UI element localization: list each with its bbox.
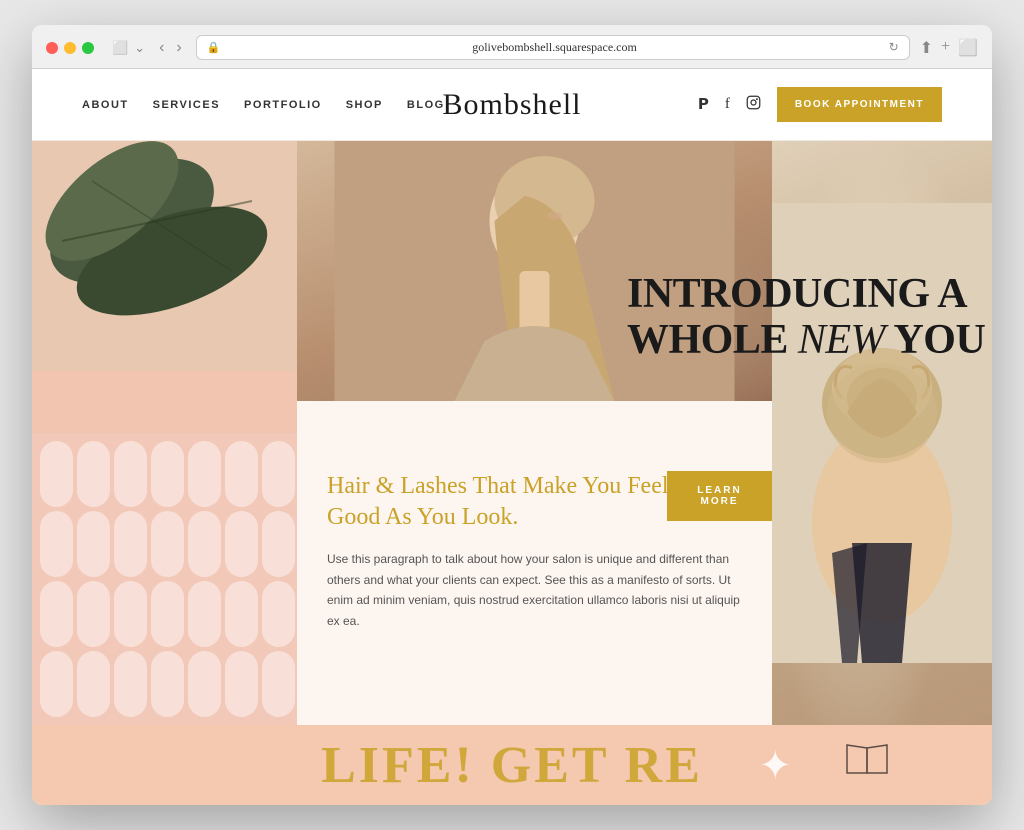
- pill: [262, 581, 295, 647]
- pill: [188, 441, 221, 507]
- pill: [188, 581, 221, 647]
- pill: [114, 651, 147, 717]
- hero-text-area: Hair & Lashes That Make You Feel As Good…: [297, 401, 772, 725]
- star-decoration: ✦: [758, 742, 792, 789]
- tabs-icon[interactable]: ⬜: [958, 38, 978, 58]
- back-button[interactable]: ‹: [155, 37, 168, 59]
- book-appointment-button[interactable]: BOOK APPOINTMENT: [777, 87, 942, 122]
- left-decorative-image: [32, 141, 297, 725]
- pill: [225, 651, 258, 717]
- pill: [114, 441, 147, 507]
- pill: [114, 581, 147, 647]
- pill: [225, 511, 258, 577]
- pill: [225, 441, 258, 507]
- left-image-col: [32, 141, 297, 725]
- forward-button[interactable]: ›: [172, 37, 185, 59]
- pill: [151, 581, 184, 647]
- pill: [77, 651, 110, 717]
- window-controls: ⬜ ⌄: [112, 40, 145, 56]
- pill: [114, 511, 147, 577]
- nav-wrapper: ABOUT SERVICES PORTFOLIO SHOP BLOG Bombs…: [32, 69, 992, 141]
- leaf-image: [32, 141, 297, 462]
- minimize-button[interactable]: [64, 42, 76, 54]
- browser-window: ⬜ ⌄ ‹ › 🔒 golivebombshell.squarespace.co…: [32, 25, 992, 805]
- pill: [225, 581, 258, 647]
- hero-body-text: Use this paragraph to talk about how you…: [327, 549, 742, 631]
- nav-blog[interactable]: BLOG: [407, 99, 445, 111]
- pills-pattern: [32, 433, 297, 725]
- nav-buttons: ‹ ›: [155, 37, 186, 59]
- pill: [40, 441, 73, 507]
- pill: [262, 511, 295, 577]
- footer-peek: LIFE! GET RE ✦: [32, 725, 992, 805]
- traffic-lights: [46, 42, 94, 54]
- pill: [262, 651, 295, 717]
- learn-more-button[interactable]: LEARN MORE: [667, 471, 772, 521]
- pill: [151, 441, 184, 507]
- center-col: INTRODUCING A WHOLE NEW YOU LEARN MORE H…: [297, 141, 772, 725]
- facebook-icon[interactable]: f: [725, 96, 730, 113]
- pill: [151, 651, 184, 717]
- nav-links: ABOUT SERVICES PORTFOLIO SHOP BLOG: [82, 99, 445, 111]
- headline-line1: INTRODUCING A: [627, 271, 967, 317]
- pill: [188, 651, 221, 717]
- sidebar-toggle-icon[interactable]: ⬜: [112, 40, 128, 56]
- website: ABOUT SERVICES PORTFOLIO SHOP BLOG Bombs…: [32, 69, 992, 805]
- pill: [40, 651, 73, 717]
- headline-line2: WHOLE: [627, 317, 798, 363]
- pill: [151, 511, 184, 577]
- pill: [77, 511, 110, 577]
- browser-actions: ⬆ + ⬜: [920, 38, 978, 58]
- pill: [77, 441, 110, 507]
- pill: [77, 581, 110, 647]
- browser-controls: ⬜ ⌄ ‹ › 🔒 golivebombshell.squarespace.co…: [46, 35, 978, 60]
- footer-peek-text: LIFE! GET RE: [321, 736, 703, 795]
- close-button[interactable]: [46, 42, 58, 54]
- maximize-button[interactable]: [82, 42, 94, 54]
- pill: [262, 441, 295, 507]
- headline-line3: YOU: [885, 317, 985, 363]
- chevron-down-icon: ⌄: [134, 40, 145, 56]
- address-bar[interactable]: 🔒 golivebombshell.squarespace.com ↻: [196, 35, 910, 60]
- site-nav: ABOUT SERVICES PORTFOLIO SHOP BLOG Bombs…: [32, 69, 992, 141]
- pill: [40, 511, 73, 577]
- url-text: golivebombshell.squarespace.com: [226, 40, 882, 55]
- instagram-icon[interactable]: [746, 95, 761, 115]
- headline-italic: NEW: [798, 317, 885, 363]
- nav-right: 𝗣 f BOOK APPOINTMENT: [698, 87, 942, 122]
- pinterest-icon[interactable]: 𝗣: [698, 95, 709, 114]
- pill: [40, 581, 73, 647]
- nav-about[interactable]: ABOUT: [82, 99, 129, 111]
- hero-headline: INTRODUCING A WHOLE NEW YOU: [627, 271, 992, 363]
- pill: [188, 511, 221, 577]
- blonde-updo-image: [772, 141, 992, 725]
- nav-services[interactable]: SERVICES: [153, 99, 220, 111]
- reload-icon[interactable]: ↻: [889, 40, 899, 55]
- site-logo: Bombshell: [442, 88, 581, 122]
- hero-section: INTRODUCING A WHOLE NEW YOU LEARN MORE H…: [32, 141, 992, 725]
- new-tab-icon[interactable]: +: [941, 38, 950, 58]
- nav-portfolio[interactable]: PORTFOLIO: [244, 99, 322, 111]
- lock-icon: 🔒: [207, 41, 221, 54]
- nav-shop[interactable]: SHOP: [346, 99, 383, 111]
- share-icon[interactable]: ⬆: [920, 38, 933, 58]
- book-icon: [842, 743, 892, 787]
- right-image-col: [772, 141, 992, 725]
- browser-chrome: ⬜ ⌄ ‹ › 🔒 golivebombshell.squarespace.co…: [32, 25, 992, 69]
